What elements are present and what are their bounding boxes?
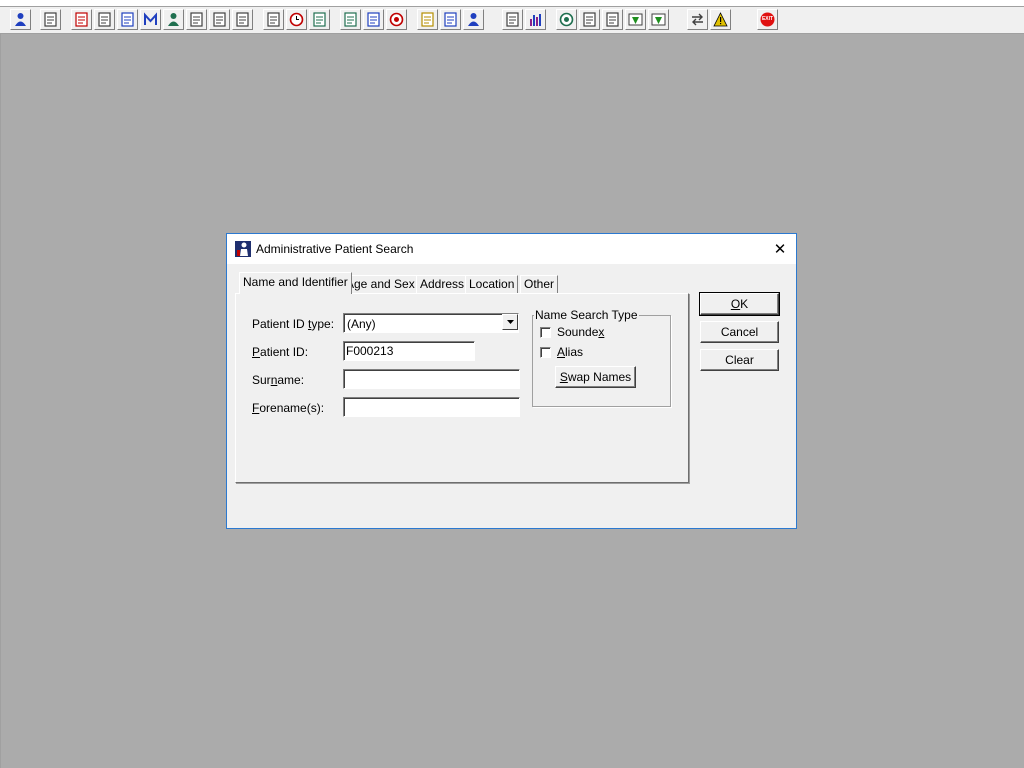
printer-icon: [44, 12, 57, 27]
red-book-toolbar-button[interactable]: [71, 9, 92, 30]
globe-icon: [559, 12, 574, 27]
alias-label[interactable]: Alias: [557, 345, 583, 359]
patient-id-field[interactable]: [344, 342, 474, 360]
tab-address[interactable]: Address: [416, 275, 469, 294]
m-letter-icon: [144, 12, 157, 25]
inbox-toolbar-button[interactable]: [602, 9, 623, 30]
sticky-note-toolbar-button[interactable]: [417, 9, 438, 30]
close-icon: ✕: [773, 241, 787, 258]
report-alt-icon: [236, 12, 249, 27]
soundex-checkbox[interactable]: [540, 327, 551, 338]
dialog-titlebar: Administrative Patient Search ✕: [227, 234, 796, 264]
patient-id-type-label: Patient ID type:: [252, 317, 335, 331]
image-document-toolbar-button[interactable]: [117, 9, 138, 30]
app-patient-icon: [235, 241, 251, 257]
message-icon: [583, 12, 596, 27]
surname-label: Surname:: [252, 373, 305, 387]
doctor-icon: [168, 13, 179, 26]
forenames-input[interactable]: [343, 397, 520, 417]
bed-toolbar-button[interactable]: [440, 9, 461, 30]
image-document-icon: [121, 12, 134, 27]
globe-toolbar-button[interactable]: [556, 9, 577, 30]
download-arrow-icon: [628, 13, 643, 26]
tab-location[interactable]: Location: [465, 275, 519, 294]
edit-document-toolbar-button[interactable]: [94, 9, 115, 30]
bar-chart-icon: [530, 14, 541, 26]
swap-icon: [692, 13, 703, 26]
refresh-arrows-icon: [651, 13, 666, 26]
target-toolbar-button[interactable]: [386, 9, 407, 30]
blank-document-icon: [506, 12, 519, 27]
chart-monitor-toolbar-button[interactable]: [340, 9, 361, 30]
bar-chart-toolbar-button[interactable]: [525, 9, 546, 30]
chart-monitor-icon: [344, 12, 357, 27]
dialog-title: Administrative Patient Search: [256, 242, 414, 256]
exit-toolbar-button[interactable]: EXIT: [757, 9, 778, 30]
doctor-toolbar-button[interactable]: [163, 9, 184, 30]
clock-icon: [289, 12, 304, 27]
tab-name-and-identifier[interactable]: Name and Identifier: [239, 272, 352, 294]
swap-toolbar-button[interactable]: [687, 9, 708, 30]
inbox-icon: [606, 12, 619, 27]
patient-search-dialog: Administrative Patient Search ✕ Name and…: [226, 233, 797, 529]
people-toolbar-button[interactable]: [463, 9, 484, 30]
window-toolbar-button[interactable]: [363, 9, 384, 30]
warning-icon: [713, 12, 728, 27]
patient-toolbar-button[interactable]: [10, 9, 31, 30]
edit-document-icon: [98, 12, 111, 27]
alias-checkbox[interactable]: [540, 347, 551, 358]
bed-icon: [444, 12, 457, 27]
people-icon: [468, 13, 479, 26]
dropdown-button[interactable]: [502, 314, 518, 330]
clock-toolbar-button[interactable]: [286, 9, 307, 30]
blank-document-toolbar-button[interactable]: [502, 9, 523, 30]
patient-icon: [15, 13, 26, 26]
cancel-button[interactable]: Cancel: [700, 321, 779, 343]
report-alt-toolbar-button[interactable]: [232, 9, 253, 30]
m-letter-toolbar-button[interactable]: [140, 9, 161, 30]
refresh-arrows-toolbar-button[interactable]: [648, 9, 669, 30]
report-icon: [213, 12, 226, 27]
name-search-type-title: Name Search Type: [534, 308, 639, 322]
chevron-down-icon: [506, 320, 514, 324]
tab-other[interactable]: Other: [520, 275, 559, 294]
surname-input[interactable]: [343, 369, 520, 389]
notepad-icon: [190, 12, 203, 27]
sticky-note-icon: [421, 12, 434, 27]
forenames-label: Forename(s):: [252, 401, 325, 415]
patient-id-input[interactable]: [343, 341, 475, 361]
download-arrow-toolbar-button[interactable]: [625, 9, 646, 30]
target-icon: [389, 12, 404, 27]
swap-names-button[interactable]: Swap Names: [555, 366, 636, 388]
report-toolbar-button[interactable]: [209, 9, 230, 30]
main-toolbar: EXIT: [0, 7, 1024, 34]
patient-id-type-select[interactable]: (Any): [343, 313, 519, 333]
printer-toolbar-button[interactable]: [40, 9, 61, 30]
soundex-label[interactable]: Soundex: [557, 325, 604, 339]
warning-toolbar-button[interactable]: [710, 9, 731, 30]
tab-age-and-sex[interactable]: Age and Sex: [342, 275, 419, 294]
top-strip: [0, 0, 1024, 7]
window-icon: [367, 12, 380, 27]
search-document-toolbar-button[interactable]: [263, 9, 284, 30]
search-document-icon: [267, 12, 280, 27]
ok-button[interactable]: OK: [699, 292, 780, 316]
clear-button[interactable]: Clear: [700, 349, 779, 371]
exit-label: EXIT: [761, 16, 774, 22]
notepad-toolbar-button[interactable]: [186, 9, 207, 30]
monitor-toolbar-button[interactable]: [309, 9, 330, 30]
forenames-field[interactable]: [344, 398, 519, 416]
monitor-icon: [313, 12, 326, 27]
surname-field[interactable]: [344, 370, 519, 388]
patient-id-type-value: (Any): [347, 317, 376, 331]
message-toolbar-button[interactable]: [579, 9, 600, 30]
workspace-edge: [0, 34, 1, 768]
patient-id-label: Patient ID:: [252, 345, 309, 359]
close-button[interactable]: ✕: [764, 234, 796, 264]
red-book-icon: [75, 12, 88, 27]
